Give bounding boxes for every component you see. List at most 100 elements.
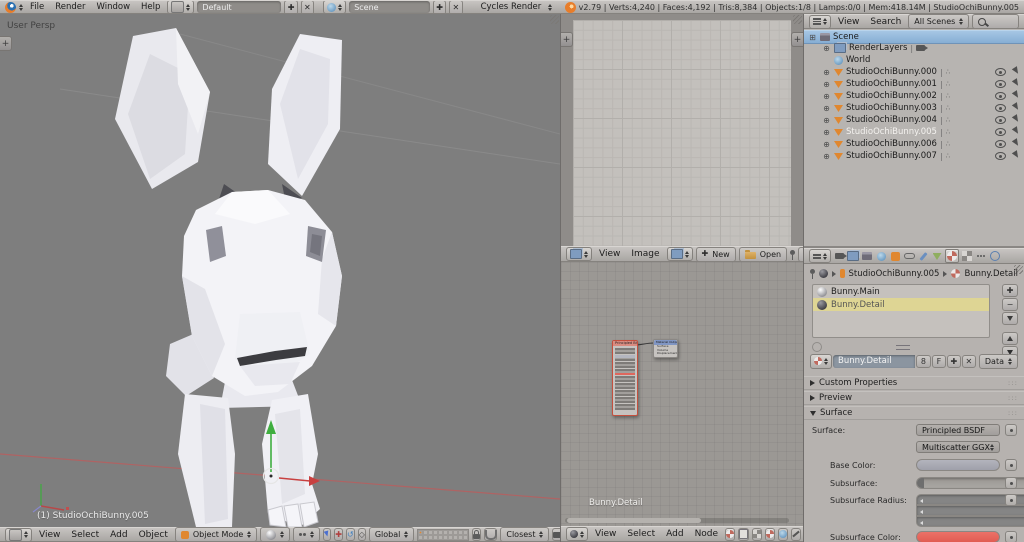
slot-linestyle-button[interactable] — [791, 527, 802, 541]
vp-menu-view[interactable]: View — [35, 530, 64, 540]
3d-viewport[interactable]: User Persp + (1) StudioOchiBunny.005 Vie… — [0, 14, 560, 542]
visibility-toggle[interactable] — [995, 128, 1006, 136]
blender-logo-icon[interactable] — [5, 1, 16, 13]
image-new-button[interactable]: ✚ New — [695, 246, 736, 262]
menu-help[interactable]: Help — [137, 2, 164, 12]
visibility-toggle[interactable] — [995, 80, 1006, 88]
base-color-swatch[interactable] — [916, 459, 1000, 471]
manipulator-rotate-button[interactable]: ↺ — [345, 528, 355, 541]
outliner-menu-search[interactable]: Search — [866, 17, 905, 27]
editor-type-chevron-icon[interactable] — [19, 3, 23, 11]
selectability-toggle[interactable] — [1011, 126, 1023, 138]
selectability-toggle[interactable] — [1011, 78, 1023, 90]
add-scene-button[interactable]: ✚ — [433, 1, 447, 13]
node-menu-node[interactable]: Node — [691, 529, 723, 539]
delete-layout-button[interactable]: ✕ — [300, 1, 314, 13]
manipulator-scale-button[interactable]: ◇ — [357, 528, 366, 541]
slot-world-button[interactable] — [778, 527, 789, 541]
snap-target-select[interactable]: Closest — [500, 527, 550, 542]
outliner-row-object[interactable]: ⊕ StudioOchiBunny.007 | ∴ — [804, 150, 1024, 162]
resize-grip[interactable] — [896, 345, 910, 350]
outliner-row-object[interactable]: ⊕ StudioOchiBunny.004 | ∴ — [804, 114, 1024, 126]
image-browse-button[interactable] — [666, 247, 693, 261]
subsurface-color-socket-swatch[interactable] — [615, 372, 635, 376]
tab-data[interactable] — [931, 250, 943, 262]
delete-scene-button[interactable]: ✕ — [449, 1, 463, 13]
properties-editor[interactable]: StudioOchiBunny.005 Bunny.Detail Bunny.M… — [804, 248, 1024, 542]
shader-link-button[interactable] — [1005, 424, 1017, 436]
scene-name-field[interactable]: Scene — [349, 1, 430, 13]
shader-type-material-button[interactable] — [725, 527, 736, 541]
subsurface-color-link-button[interactable] — [1005, 531, 1017, 542]
surface-shader-select[interactable]: Principled BSDF — [916, 424, 1000, 436]
expand-icon[interactable]: ⊕ — [822, 92, 831, 101]
material-slot-selected[interactable]: Bunny.Detail — [813, 298, 989, 311]
outliner-row-object[interactable]: ⊕ StudioOchiBunny.000 | ∴ — [804, 66, 1024, 78]
image-right-region-tab[interactable]: + — [791, 32, 803, 47]
expand-icon[interactable]: ⊕ — [822, 80, 831, 89]
visibility-toggle[interactable] — [995, 140, 1006, 148]
preview-toggle-icon[interactable] — [812, 342, 822, 352]
scene-browse-icon[interactable] — [323, 1, 347, 13]
node-menu-add[interactable]: Add — [662, 529, 687, 539]
slot-object-button[interactable] — [765, 527, 776, 541]
visibility-toggle[interactable] — [995, 116, 1006, 124]
tab-scene[interactable] — [861, 250, 873, 262]
editor-type-button[interactable] — [809, 14, 831, 29]
toolshelf-expand-tab[interactable]: + — [0, 36, 12, 51]
pivot-point-select[interactable] — [293, 527, 321, 542]
display-mode-select[interactable]: All Scenes — [908, 14, 970, 29]
visibility-toggle[interactable] — [995, 92, 1006, 100]
vp-menu-select[interactable]: Select — [67, 530, 103, 540]
img-menu-image[interactable]: Image — [627, 249, 663, 259]
material-slot-list[interactable]: Bunny.Main Bunny.Detail — [812, 284, 990, 338]
visibility-toggle[interactable] — [995, 104, 1006, 112]
subsurface-color-swatch[interactable] — [916, 531, 1000, 542]
tab-render[interactable] — [833, 250, 847, 262]
panel-custom-properties[interactable]: Custom Properties ::: — [804, 376, 1024, 390]
tab-constraints[interactable] — [903, 250, 915, 262]
expand-icon[interactable]: ⊕ — [822, 104, 831, 113]
selectability-toggle[interactable] — [1011, 138, 1023, 150]
fake-user-button[interactable]: F — [931, 354, 946, 368]
vp-menu-object[interactable]: Object — [135, 530, 172, 540]
shader-type-line-button[interactable] — [752, 527, 763, 541]
mode-select[interactable]: Object Mode — [174, 527, 258, 542]
panel-drag-dots[interactable]: ::: — [1008, 409, 1018, 417]
editor-type-button[interactable] — [809, 249, 831, 263]
outliner-search-field[interactable] — [972, 14, 1019, 29]
socket-displacement[interactable]: Displacement — [654, 352, 677, 356]
lock-to-scene-button[interactable] — [472, 528, 482, 541]
visibility-toggle[interactable] — [995, 68, 1006, 76]
data-link-select[interactable]: Data — [978, 353, 1018, 369]
browse-material-button[interactable] — [810, 353, 832, 369]
material-name-field[interactable]: Bunny.Detail — [833, 354, 915, 368]
users-count-button[interactable]: 8 — [915, 354, 931, 368]
new-material-button[interactable]: ✚ — [946, 354, 961, 368]
renderable-icon[interactable] — [916, 45, 929, 51]
area-corner-grip[interactable] — [793, 15, 802, 24]
selectability-toggle[interactable] — [1011, 90, 1023, 102]
outliner-row-renderlayers[interactable]: ⊕ RenderLayers | — [804, 42, 1024, 54]
add-slot-button[interactable]: ✚ — [1002, 284, 1018, 297]
tab-object[interactable] — [889, 250, 901, 262]
node-material-output[interactable]: Material Output Surface Volume Displacem… — [653, 339, 678, 358]
distribution-select[interactable]: Multiscatter GGX — [916, 441, 1000, 453]
selectability-toggle[interactable] — [1011, 102, 1023, 114]
outliner-row-world[interactable]: World — [804, 54, 1024, 66]
selectability-toggle[interactable] — [1011, 66, 1023, 78]
menu-render[interactable]: Render — [51, 2, 89, 12]
breadcrumb-material[interactable]: Bunny.Detail — [964, 269, 1018, 279]
pin-icon[interactable] — [810, 269, 815, 279]
node-menu-select[interactable]: Select — [623, 529, 659, 539]
panel-surface[interactable]: Surface ::: — [804, 406, 1024, 420]
node-editor-hscrollbar[interactable] — [565, 518, 789, 523]
breadcrumb-object[interactable]: StudioOchiBunny.005 — [849, 269, 940, 279]
outliner-row-object[interactable]: ⊕ StudioOchiBunny.003 | ∴ — [804, 102, 1024, 114]
outliner-row-object-active[interactable]: ⊕ StudioOchiBunny.005 | ∴ — [804, 126, 1024, 138]
outliner-menu-view[interactable]: View — [834, 17, 863, 27]
move-slot-up-button[interactable] — [1002, 332, 1018, 345]
editor-type-button[interactable] — [566, 527, 588, 541]
selectability-toggle[interactable] — [1011, 114, 1023, 126]
node-principled-bsdf[interactable]: Principled BSDF — [612, 340, 638, 416]
